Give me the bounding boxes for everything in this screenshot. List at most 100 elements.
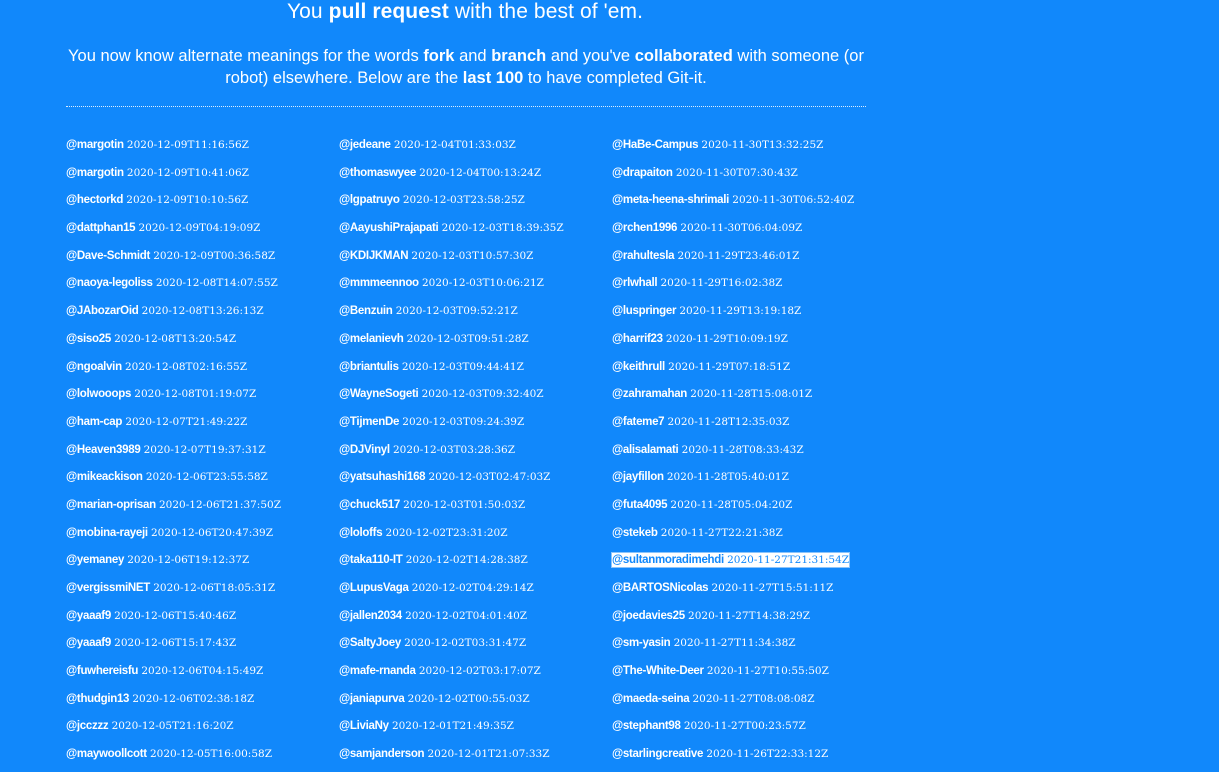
completion-timestamp: 2020-12-08T01:19:07Z: [134, 388, 257, 401]
username-link[interactable]: @chuck517: [339, 499, 400, 511]
list-item: @thomaswyee 2020-12-04T00:13:24Z: [339, 163, 609, 191]
username-link[interactable]: @mafe-rnanda: [339, 665, 416, 677]
list-item: @ham-cap 2020-12-07T21:49:22Z: [66, 412, 336, 440]
username-link[interactable]: @taka110-IT: [339, 554, 403, 566]
username-link[interactable]: @lolwooops: [66, 388, 131, 400]
username-link[interactable]: @melanievh: [339, 333, 404, 345]
list-item: @BARTOSNicolas 2020-11-27T15:51:11Z: [612, 578, 882, 606]
username-link[interactable]: @ngoalvin: [66, 361, 122, 373]
list-item: @janiapurva 2020-12-02T00:55:03Z: [339, 689, 609, 717]
completion-timestamp: 2020-11-30T06:52:40Z: [732, 194, 855, 207]
username-link[interactable]: @samjanderson: [339, 748, 425, 760]
username-link[interactable]: @SaltyJoey: [339, 637, 401, 649]
username-link[interactable]: @thudgin13: [66, 693, 129, 705]
username-link[interactable]: @margotin: [66, 167, 124, 179]
list-item: @Dave-Schmidt 2020-12-09T00:36:58Z: [66, 246, 336, 274]
username-link[interactable]: @LupusVaga: [339, 582, 409, 594]
username-link[interactable]: @harrif23: [612, 333, 663, 345]
username-link[interactable]: @AayushiPrajapati: [339, 222, 439, 234]
username-link[interactable]: @marian-oprisan: [66, 499, 156, 511]
username-link[interactable]: @margotin: [66, 139, 124, 151]
list-item-content: @jayfillon 2020-11-28T05:40:01Z: [612, 470, 789, 484]
username-link[interactable]: @fuwhereisfu: [66, 665, 138, 677]
completion-timestamp: 2020-12-03T01:50:03Z: [403, 498, 526, 511]
username-link[interactable]: @rlwhall: [612, 277, 658, 289]
username-link[interactable]: @DJVinyl: [339, 444, 390, 456]
completion-timestamp: 2020-11-29T07:18:51Z: [668, 360, 791, 373]
username-link[interactable]: @sultanmoradimehdi: [612, 554, 724, 566]
username-link[interactable]: @HaBe-Campus: [612, 139, 699, 151]
username-link[interactable]: @janiapurva: [339, 693, 405, 705]
username-link[interactable]: @yaaaf9: [66, 610, 111, 622]
username-link[interactable]: @stephant98: [612, 720, 681, 732]
username-link[interactable]: @vergissmiNET: [66, 582, 150, 594]
completion-timestamp: 2020-11-29T23:46:01Z: [677, 249, 800, 262]
username-link[interactable]: @maeda-seina: [612, 693, 690, 705]
username-link[interactable]: @yemaney: [66, 554, 124, 566]
list-item: @KDIJKMAN 2020-12-03T10:57:30Z: [339, 246, 609, 274]
username-link[interactable]: @jcczzz: [66, 720, 109, 732]
username-link[interactable]: @keithrull: [612, 361, 665, 373]
username-link[interactable]: @The-White-Deer: [612, 665, 704, 677]
list-item-content: @ham-cap 2020-12-07T21:49:22Z: [66, 415, 247, 429]
username-link[interactable]: @starlingcreative: [612, 748, 703, 760]
list-item-content: @TijmenDe 2020-12-03T09:24:39Z: [339, 415, 524, 429]
list-item: @joedavies25 2020-11-27T14:38:29Z: [612, 606, 882, 634]
completion-timestamp: 2020-11-29T13:19:18Z: [679, 305, 802, 318]
completion-timestamp: 2020-11-30T06:04:09Z: [680, 222, 803, 235]
username-link[interactable]: @Heaven3989: [66, 444, 141, 456]
username-link[interactable]: @rchen1996: [612, 222, 677, 234]
username-link[interactable]: @meta-heena-shrimali: [612, 194, 729, 206]
username-link[interactable]: @mmmeennoo: [339, 277, 419, 289]
list-item: @thudgin13 2020-12-06T02:38:18Z: [66, 689, 336, 717]
username-link[interactable]: @fateme7: [612, 416, 665, 428]
username-link[interactable]: @dattphan15: [66, 222, 136, 234]
list-item: @maeda-seina 2020-11-27T08:08:08Z: [612, 689, 882, 717]
username-link[interactable]: @BARTOSNicolas: [612, 582, 709, 594]
list-item-content: @meta-heena-shrimali 2020-11-30T06:52:40…: [612, 193, 854, 207]
completion-timestamp: 2020-12-06T21:37:50Z: [159, 498, 281, 511]
username-link[interactable]: @TijmenDe: [339, 416, 399, 428]
completion-timestamp: 2020-11-28T05:04:20Z: [670, 498, 793, 511]
username-link[interactable]: @ham-cap: [66, 416, 122, 428]
completers-column-2: @jedeane 2020-12-04T01:33:03Z @thomaswyee…: [339, 135, 609, 772]
list-item: @drapaiton 2020-11-30T07:30:43Z: [612, 163, 882, 191]
username-link[interactable]: @hectorkd: [66, 194, 123, 206]
list-item-content: @margotin 2020-12-09T10:41:06Z: [66, 166, 249, 180]
username-link[interactable]: @WayneSogeti: [339, 388, 419, 400]
headline-post: with the best of 'em.: [454, 0, 644, 23]
username-link[interactable]: @Dave-Schmidt: [66, 250, 150, 262]
username-link[interactable]: @loloffs: [339, 527, 383, 539]
username-link[interactable]: @mikeackison: [66, 471, 143, 483]
username-link[interactable]: @JAbozarOid: [66, 305, 139, 317]
username-link[interactable]: @stekeb: [612, 527, 658, 539]
username-link[interactable]: @luspringer: [612, 305, 676, 317]
username-link[interactable]: @rahultesla: [612, 250, 675, 262]
completion-timestamp: 2020-11-27T00:23:57Z: [683, 720, 806, 733]
username-link[interactable]: @jedeane: [339, 139, 391, 151]
username-link[interactable]: @thomaswyee: [339, 167, 416, 179]
list-item: @futa4095 2020-11-28T05:04:20Z: [612, 495, 882, 523]
username-link[interactable]: @alisalamati: [612, 444, 679, 456]
username-link[interactable]: @drapaiton: [612, 167, 673, 179]
username-link[interactable]: @zahramahan: [612, 388, 687, 400]
username-link[interactable]: @yaaaf9: [66, 637, 111, 649]
list-item: @yemaney 2020-12-06T19:12:37Z: [66, 550, 336, 578]
username-link[interactable]: @mobina-rayeji: [66, 527, 148, 539]
list-item-content: @joedavies25 2020-11-27T14:38:29Z: [612, 609, 810, 623]
username-link[interactable]: @naoya-legoliss: [66, 277, 153, 289]
username-link[interactable]: @lgpatruyo: [339, 194, 400, 206]
username-link[interactable]: @joedavies25: [612, 610, 685, 622]
username-link[interactable]: @siso25: [66, 333, 111, 345]
username-link[interactable]: @maywoollcott: [66, 748, 147, 760]
list-item-content: @yatsuhashi168 2020-12-03T02:47:03Z: [339, 470, 550, 484]
username-link[interactable]: @futa4095: [612, 499, 667, 511]
username-link[interactable]: @KDIJKMAN: [339, 250, 409, 262]
username-link[interactable]: @jayfillon: [612, 471, 664, 483]
username-link[interactable]: @jallen2034: [339, 610, 402, 622]
username-link[interactable]: @briantulis: [339, 361, 399, 373]
username-link[interactable]: @LiviaNy: [339, 720, 389, 732]
username-link[interactable]: @Benzuin: [339, 305, 393, 317]
username-link[interactable]: @yatsuhashi168: [339, 471, 426, 483]
username-link[interactable]: @sm-yasin: [612, 637, 671, 649]
